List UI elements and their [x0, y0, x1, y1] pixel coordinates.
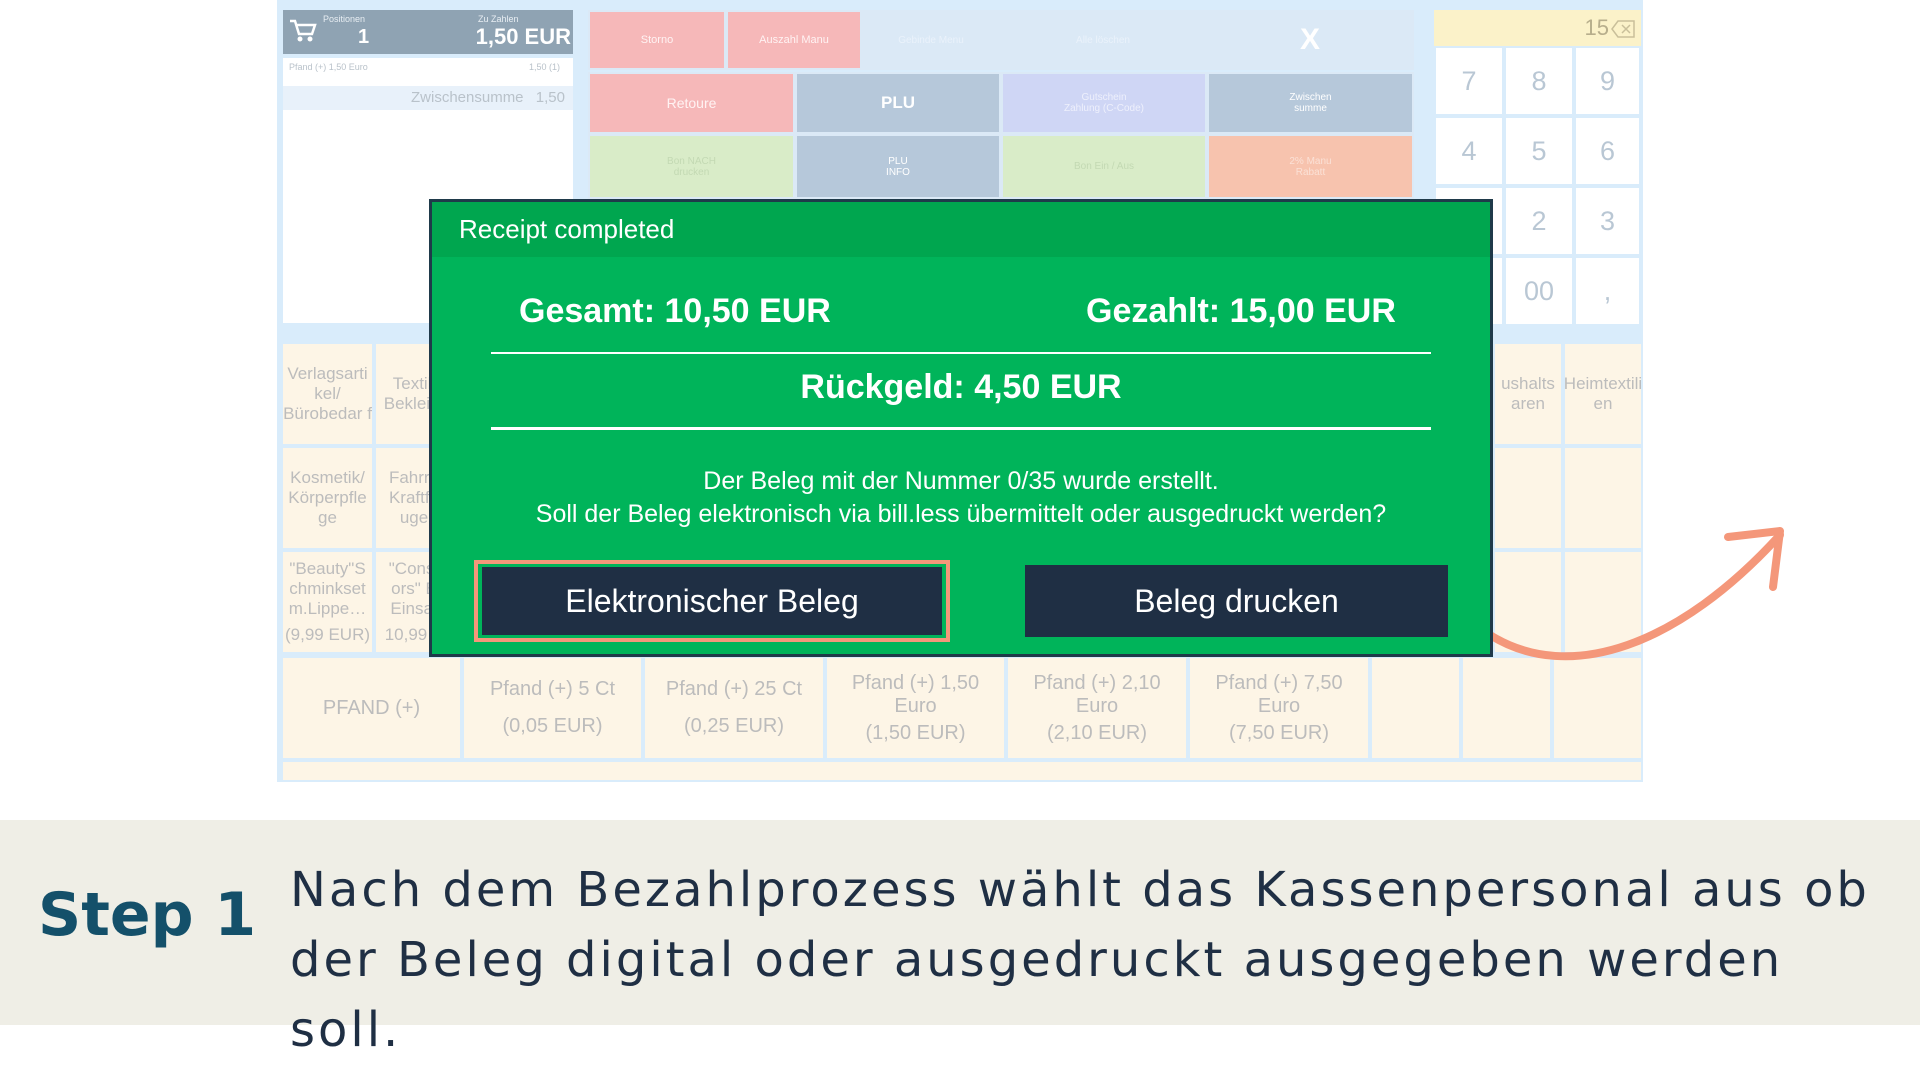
key-4[interactable]: 4: [1434, 116, 1504, 186]
key-5[interactable]: 5: [1504, 116, 1574, 186]
receipt-completed-dialog: Receipt completed Gesamt: 10,50 EUR Geza…: [429, 199, 1493, 657]
bon-nach-drucken-button[interactable]: Bon NACH drucken: [588, 134, 795, 199]
bon-ein-aus-button[interactable]: Bon Ein / Aus: [1001, 134, 1207, 199]
auszahl-button[interactable]: Auszahl Manu: [726, 10, 862, 70]
empty-slot-1[interactable]: [1370, 656, 1461, 760]
category-verlagsartikel[interactable]: Verlagsarti kel/ Bürobedar f: [281, 342, 374, 446]
pfand-5ct-button[interactable]: Pfand (+) 5 Ct (0,05 EUR): [462, 656, 643, 760]
category-kosmetik[interactable]: Kosmetik/ Körperpfle ge: [281, 446, 374, 550]
positions-label: Positionen: [323, 14, 366, 24]
change-amount: Rückgeld: 4,50 EUR: [800, 368, 1122, 406]
key-6[interactable]: 6: [1574, 116, 1641, 186]
key-9[interactable]: 9: [1574, 46, 1641, 116]
gebinde-button[interactable]: Gebinde Menu: [862, 10, 1000, 70]
dialog-title: Receipt completed: [432, 202, 1490, 257]
pfand-750-button[interactable]: Pfand (+) 7,50 Euro (7,50 EUR): [1188, 656, 1370, 760]
positions-value: 1: [358, 26, 370, 48]
cart-line-name: Pfand (+) 1,50 Euro: [289, 62, 368, 72]
step-label: Step 1: [38, 880, 257, 950]
annotation-arrow-icon: [1486, 527, 1784, 661]
cart-line-price: 1,50 (1): [529, 62, 561, 72]
pfand-150-label: Pfand (+) 1,50 Euro: [851, 671, 980, 717]
keypad-display: 15: [1434, 10, 1641, 46]
print-receipt-button[interactable]: Beleg drucken: [1025, 565, 1448, 637]
cart-subtotal-row: Zwischensumme 1,50: [283, 86, 573, 110]
zwischensumme-button[interactable]: Zwischen summe: [1207, 72, 1414, 134]
total-amount: Gesamt: 10,50 EUR: [519, 292, 831, 330]
pfand-25ct-label: Pfand (+) 25 Ct: [665, 678, 803, 700]
product-beauty-price: (9,99 EUR): [284, 625, 371, 644]
keypad-display-value: 15: [1584, 15, 1609, 40]
x-button[interactable]: X: [1206, 10, 1414, 70]
pfand-category-label: PFAND (+): [322, 696, 421, 719]
pfand-750-price: (7,50 EUR): [1228, 721, 1330, 744]
dialog-message-line1: Der Beleg mit der Nummer 0/35 wurde erst…: [703, 467, 1219, 495]
pfand-5ct-price: (0,05 EUR): [502, 715, 603, 737]
storno-button[interactable]: Storno: [588, 10, 726, 70]
pfand-25ct-price: (0,25 EUR): [683, 715, 785, 737]
to-pay-label: Zu Zahlen: [478, 14, 519, 24]
key-2[interactable]: 2: [1504, 186, 1574, 256]
pfand-category-button[interactable]: PFAND (+): [281, 656, 462, 760]
step-description: Nach dem Bezahlprozess wählt das Kassenp…: [290, 862, 1870, 1058]
plu-button[interactable]: PLU: [795, 72, 1001, 134]
key-7[interactable]: 7: [1434, 46, 1504, 116]
subtotal-label: Zwischensumme: [411, 89, 524, 106]
divider-1: [491, 352, 1431, 354]
key-8[interactable]: 8: [1504, 46, 1574, 116]
category-heimtextilien[interactable]: Heimtextili en: [1563, 342, 1643, 446]
alle-loeschen-button[interactable]: Alle löschen: [1000, 10, 1206, 70]
pfand-210-price: (2,10 EUR): [1046, 721, 1148, 744]
pfand-750-label: Pfand (+) 7,50 Euro: [1215, 671, 1343, 717]
pfand-150-price: (1,50 EUR): [865, 721, 966, 744]
divider-2: [491, 427, 1431, 430]
pfand-5ct-label: Pfand (+) 5 Ct: [489, 678, 616, 700]
paid-amount: Gezahlt: 15,00 EUR: [1086, 292, 1396, 330]
key-00[interactable]: 00: [1504, 256, 1574, 326]
rabatt-button[interactable]: 2% Manu Rabatt: [1207, 134, 1414, 199]
plu-info-button[interactable]: PLU INFO: [795, 134, 1001, 199]
key-comma[interactable]: ,: [1574, 256, 1641, 326]
pfand-210-button[interactable]: Pfand (+) 2,10 Euro (2,10 EUR): [1006, 656, 1188, 760]
cart-icon: [289, 18, 317, 49]
category-haushaltswaren[interactable]: ushalts aren: [1493, 342, 1563, 446]
cart-header: Positionen 1 Zu Zahlen 1,50 EUR: [283, 10, 573, 54]
pfand-150-button[interactable]: Pfand (+) 1,50 Euro (1,50 EUR): [825, 656, 1006, 760]
electronic-receipt-button[interactable]: Elektronischer Beleg: [482, 567, 942, 635]
dialog-message-line2: Soll der Beleg elektronisch via bill.les…: [535, 500, 1387, 528]
to-pay-value: 1,50 EUR: [475, 24, 571, 49]
product-beauty-name: "Beauty"S chminkset m.Lippe…: [288, 559, 367, 618]
key-3[interactable]: 3: [1574, 186, 1641, 256]
pfand-210-label: Pfand (+) 2,10 Euro: [1033, 671, 1161, 717]
subtotal-value: 1,50: [535, 89, 565, 106]
pfand-25ct-button[interactable]: Pfand (+) 25 Ct (0,25 EUR): [643, 656, 825, 760]
gutschein-button[interactable]: Gutschein Zahlung (C-Code): [1001, 72, 1207, 134]
retoure-button[interactable]: Retoure: [588, 72, 795, 134]
next-row-strip: [281, 760, 1643, 782]
product-beauty-schminkset[interactable]: "Beauty"S chminkset m.Lippe… (9,99 EUR): [281, 550, 374, 654]
backspace-icon[interactable]: [1611, 18, 1635, 44]
